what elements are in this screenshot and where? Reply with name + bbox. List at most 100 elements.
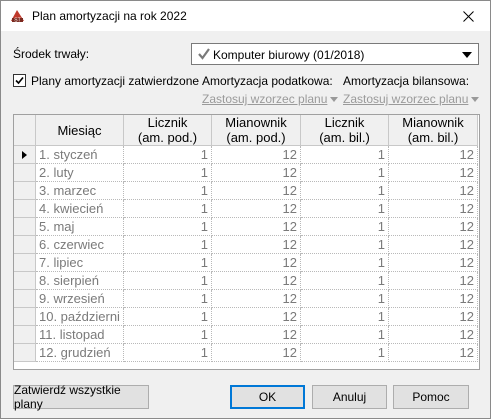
- tax-numerator-cell[interactable]: 1: [123, 307, 212, 326]
- tax-denominator-cell[interactable]: 12: [211, 307, 301, 326]
- month-cell[interactable]: 3. marzec: [35, 181, 124, 200]
- balance-numerator-cell[interactable]: 1: [300, 253, 389, 272]
- tax-numerator-cell[interactable]: 1: [123, 145, 212, 164]
- tax-denominator-cell[interactable]: 12: [211, 199, 301, 218]
- tax-denominator-cell[interactable]: 12: [211, 271, 301, 290]
- tax-denominator-cell[interactable]: 12: [211, 145, 301, 164]
- row-indicator[interactable]: [14, 199, 36, 218]
- column-header-month[interactable]: Miesiąc: [35, 115, 124, 146]
- month-cell[interactable]: 2. luty: [35, 163, 124, 182]
- table-row[interactable]: 9. wrzesień 1 12 1 12: [14, 289, 478, 308]
- table-row[interactable]: 4. kwiecień 1 12 1 12: [14, 199, 478, 218]
- balance-numerator-cell[interactable]: 1: [300, 307, 389, 326]
- month-cell[interactable]: 8. sierpień: [35, 271, 124, 290]
- balance-denominator-cell[interactable]: 12: [388, 289, 478, 308]
- balance-pattern-dropdown[interactable]: Zastosuj wzorzec planu: [343, 92, 480, 106]
- table-row[interactable]: 11. listopad 1 12 1 12: [14, 325, 478, 344]
- balance-denominator-cell[interactable]: 12: [388, 253, 478, 272]
- approve-all-button[interactable]: Zatwierdź wszystkie plany: [13, 383, 149, 411]
- asset-select[interactable]: Komputer biurowy (01/2018): [191, 43, 479, 65]
- tax-denominator-cell[interactable]: 12: [211, 253, 301, 272]
- balance-numerator-cell[interactable]: 1: [300, 343, 389, 362]
- tax-numerator-cell[interactable]: 1: [123, 217, 212, 236]
- balance-denominator-cell[interactable]: 12: [388, 271, 478, 290]
- table-row[interactable]: 6. czerwiec 1 12 1 12: [14, 235, 478, 254]
- column-header-balance-numerator[interactable]: Licznik (am. bil.): [300, 115, 389, 146]
- table-row[interactable]: 10. październi 1 12 1 12: [14, 307, 478, 326]
- balance-denominator-cell[interactable]: 12: [388, 217, 478, 236]
- balance-numerator-cell[interactable]: 1: [300, 163, 389, 182]
- tax-numerator-cell[interactable]: 1: [123, 199, 212, 218]
- tax-denominator-cell[interactable]: 12: [211, 289, 301, 308]
- balance-numerator-cell[interactable]: 1: [300, 289, 389, 308]
- tax-denominator-cell[interactable]: 12: [211, 343, 301, 362]
- row-indicator[interactable]: [14, 253, 36, 272]
- tax-numerator-cell[interactable]: 1: [123, 163, 212, 182]
- close-button[interactable]: [446, 1, 490, 31]
- row-indicator[interactable]: [14, 145, 36, 164]
- ok-button[interactable]: OK: [230, 385, 305, 409]
- tax-pattern-dropdown[interactable]: Zastosuj wzorzec planu: [202, 92, 339, 106]
- table-row[interactable]: 5. maj 1 12 1 12: [14, 217, 478, 236]
- tax-numerator-cell[interactable]: 1: [123, 253, 212, 272]
- row-indicator[interactable]: [14, 289, 36, 308]
- balance-numerator-cell[interactable]: 1: [300, 217, 389, 236]
- balance-denominator-cell[interactable]: 12: [388, 343, 478, 362]
- balance-denominator-cell[interactable]: 12: [388, 163, 478, 182]
- tax-numerator-cell[interactable]: 1: [123, 271, 212, 290]
- balance-numerator-cell[interactable]: 1: [300, 325, 389, 344]
- tax-numerator-cell[interactable]: 1: [123, 325, 212, 344]
- table-row[interactable]: 8. sierpień 1 12 1 12: [14, 271, 478, 290]
- row-indicator[interactable]: [14, 325, 36, 344]
- table-row[interactable]: 1. styczeń 1 12 1 12: [14, 145, 478, 164]
- tax-denominator-cell[interactable]: 12: [211, 163, 301, 182]
- column-header-tax-denominator[interactable]: Mianownik (am. pod.): [211, 115, 301, 146]
- month-cell[interactable]: 9. wrzesień: [35, 289, 124, 308]
- tax-denominator-cell[interactable]: 12: [211, 325, 301, 344]
- balance-denominator-cell[interactable]: 12: [388, 181, 478, 200]
- row-indicator[interactable]: [14, 217, 36, 236]
- balance-denominator-cell[interactable]: 12: [388, 145, 478, 164]
- help-button[interactable]: Pomoc: [393, 385, 469, 409]
- column-header-tax-numerator[interactable]: Licznik (am. pod.): [123, 115, 212, 146]
- month-cell[interactable]: 11. listopad: [35, 325, 124, 344]
- approved-checkbox[interactable]: [13, 74, 26, 87]
- current-row-arrow-icon: [22, 151, 27, 159]
- balance-numerator-cell[interactable]: 1: [300, 181, 389, 200]
- table-row[interactable]: 2. luty 1 12 1 12: [14, 163, 478, 182]
- month-cell[interactable]: 1. styczeń: [35, 145, 124, 164]
- balance-numerator-cell[interactable]: 1: [300, 271, 389, 290]
- tax-pattern-link-text: Zastosuj wzorzec planu: [202, 92, 328, 106]
- tax-numerator-cell[interactable]: 1: [123, 181, 212, 200]
- row-indicator[interactable]: [14, 181, 36, 200]
- balance-denominator-cell[interactable]: 12: [388, 307, 478, 326]
- tax-numerator-cell[interactable]: 1: [123, 343, 212, 362]
- month-cell[interactable]: 10. październi: [35, 307, 124, 326]
- table-row[interactable]: 12. grudzień 1 12 1 12: [14, 343, 478, 362]
- balance-numerator-cell[interactable]: 1: [300, 235, 389, 254]
- tax-denominator-cell[interactable]: 12: [211, 217, 301, 236]
- balance-denominator-cell[interactable]: 12: [388, 235, 478, 254]
- month-cell[interactable]: 5. maj: [35, 217, 124, 236]
- balance-denominator-cell[interactable]: 12: [388, 325, 478, 344]
- table-row[interactable]: 7. lipiec 1 12 1 12: [14, 253, 478, 272]
- column-header-balance-denominator[interactable]: Mianownik (am. bil.): [388, 115, 478, 146]
- tax-denominator-cell[interactable]: 12: [211, 181, 301, 200]
- row-indicator[interactable]: [14, 271, 36, 290]
- month-cell[interactable]: 6. czerwiec: [35, 235, 124, 254]
- month-cell[interactable]: 12. grudzień: [35, 343, 124, 362]
- cancel-button[interactable]: Anuluj: [312, 385, 387, 409]
- balance-denominator-cell[interactable]: 12: [388, 199, 478, 218]
- row-indicator[interactable]: [14, 343, 36, 362]
- month-cell[interactable]: 4. kwiecień: [35, 199, 124, 218]
- table-row[interactable]: 3. marzec 1 12 1 12: [14, 181, 478, 200]
- row-indicator[interactable]: [14, 235, 36, 254]
- balance-numerator-cell[interactable]: 1: [300, 145, 389, 164]
- row-indicator[interactable]: [14, 307, 36, 326]
- month-cell[interactable]: 7. lipiec: [35, 253, 124, 272]
- tax-numerator-cell[interactable]: 1: [123, 289, 212, 308]
- tax-denominator-cell[interactable]: 12: [211, 235, 301, 254]
- row-indicator[interactable]: [14, 163, 36, 182]
- tax-numerator-cell[interactable]: 1: [123, 235, 212, 254]
- balance-numerator-cell[interactable]: 1: [300, 199, 389, 218]
